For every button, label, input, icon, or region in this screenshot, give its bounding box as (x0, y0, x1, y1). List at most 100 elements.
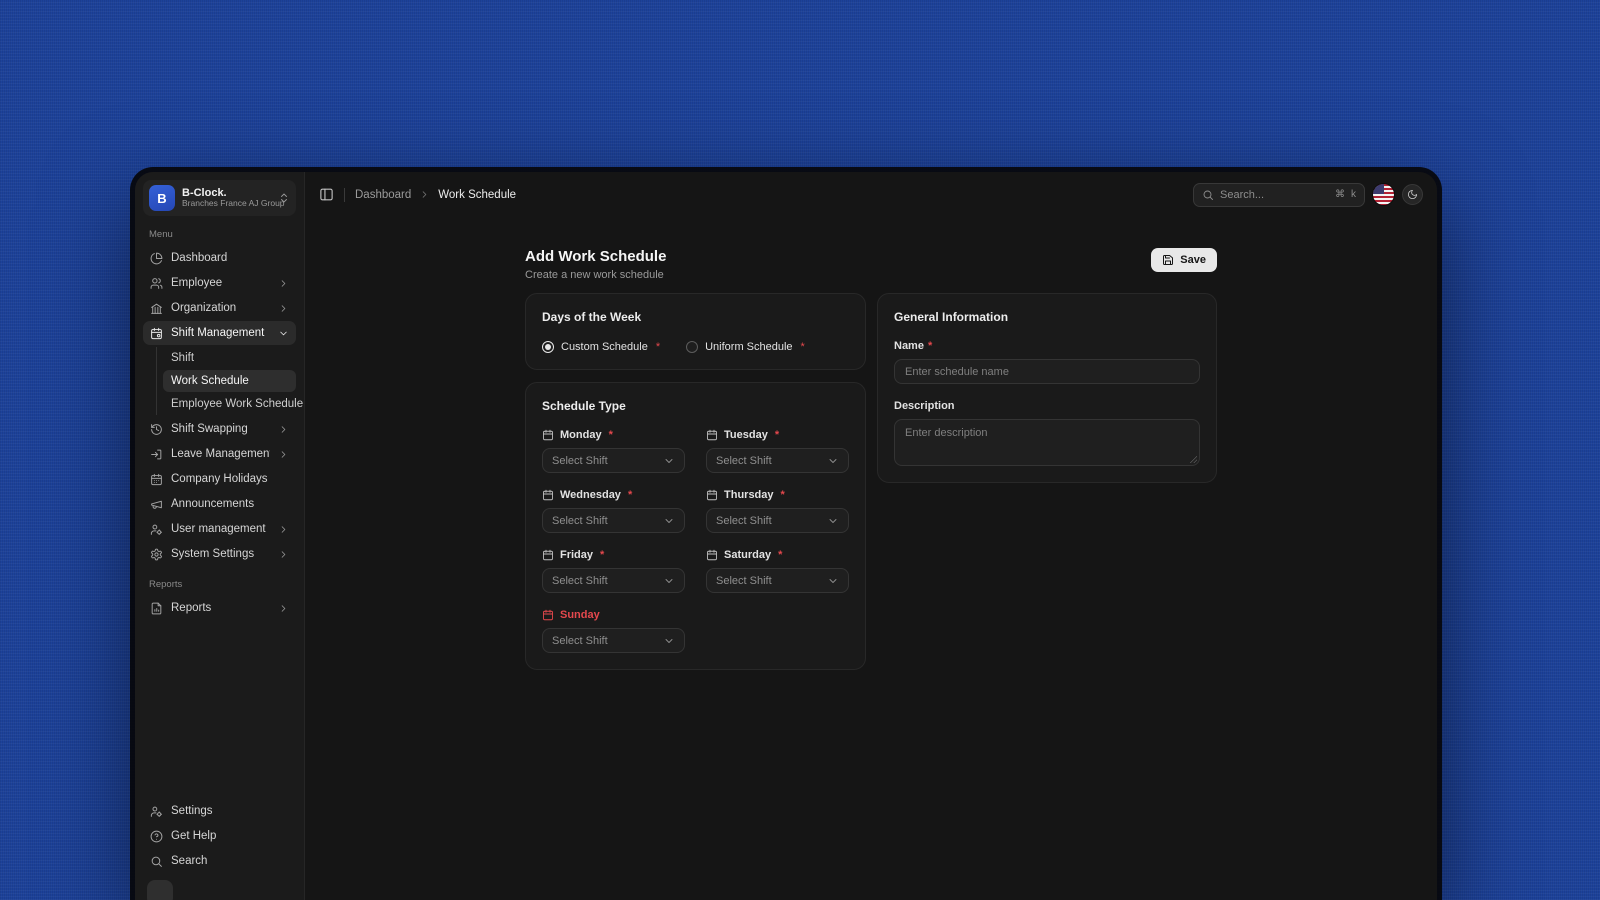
sidebar-item-shift-management[interactable]: Shift Management (143, 321, 296, 345)
sidebar-subitem-label: Employee Work Schedule (171, 398, 303, 410)
save-icon (1162, 254, 1174, 266)
sidebar-item-company-holidays[interactable]: Company Holidays (143, 467, 296, 491)
calendar-clock-icon (150, 327, 163, 340)
sidebar-item-label: Shift Swapping (171, 423, 270, 435)
sidebar-item-dashboard[interactable]: Dashboard (143, 246, 296, 270)
help-circle-icon (150, 830, 163, 843)
breadcrumb: Dashboard Work Schedule (355, 189, 516, 201)
day-field-friday: Friday * Select Shift (542, 549, 685, 593)
sidebar-item-label: Employee (171, 277, 270, 289)
chevron-down-icon (663, 575, 675, 587)
content-scroll-area: Add Work Schedule Create a new work sche… (305, 217, 1437, 900)
sidebar-subitem-label: Work Schedule (171, 375, 249, 387)
name-label-text: Name (894, 340, 924, 352)
team-switcher[interactable]: B B-Clock. Branches France AJ Group (143, 180, 296, 216)
sidebar-item-organization[interactable]: Organization (143, 296, 296, 320)
panel-left-icon (319, 187, 334, 202)
sidebar-item-system-settings[interactable]: System Settings (143, 542, 296, 566)
required-asterisk: * (928, 340, 932, 352)
days-of-week-title: Days of the Week (542, 310, 849, 324)
breadcrumb-dashboard[interactable]: Dashboard (355, 189, 411, 201)
chevron-down-icon (278, 328, 289, 339)
page-header: Add Work Schedule Create a new work sche… (525, 248, 1217, 281)
sidebar-item-reports[interactable]: Reports (143, 596, 296, 620)
day-name: Friday (560, 549, 593, 561)
organization-icon (150, 302, 163, 315)
day-field-monday: Monday * Select Shift (542, 429, 685, 473)
day-label: Wednesday * (542, 489, 685, 501)
select-shift-thursday[interactable]: Select Shift (706, 508, 849, 533)
radio-uniform-schedule[interactable]: Uniform Schedule * (686, 341, 805, 353)
general-information-title: General Information (894, 310, 1200, 324)
day-field-thursday: Thursday * Select Shift (706, 489, 849, 533)
required-asterisk: * (656, 341, 660, 353)
sidebar-subitem-shift[interactable]: Shift (163, 347, 296, 369)
search-input[interactable] (1220, 189, 1329, 201)
schedule-name-input[interactable] (894, 359, 1200, 384)
shortcut-letter-key: k (1351, 189, 1356, 200)
user-avatar[interactable] (147, 880, 173, 900)
breadcrumb-work-schedule: Work Schedule (438, 189, 516, 201)
radio-label: Uniform Schedule (705, 341, 792, 353)
sidebar-subitem-work-schedule[interactable]: Work Schedule (163, 370, 296, 392)
radio-selected-icon (542, 341, 554, 353)
sidebar-item-get-help[interactable]: Get Help (143, 824, 296, 848)
select-shift-sunday[interactable]: Select Shift (542, 628, 685, 653)
sidebar-toggle-button[interactable] (319, 187, 334, 202)
team-org: Branches France AJ Group (182, 199, 271, 209)
description-textarea-wrapper (894, 419, 1200, 466)
sidebar-item-search[interactable]: Search (143, 849, 296, 873)
calendar-icon (542, 549, 554, 561)
select-placeholder: Select Shift (716, 575, 772, 587)
sidebar-item-user-management[interactable]: User management (143, 517, 296, 541)
sidebar-item-employee[interactable]: Employee (143, 271, 296, 295)
select-placeholder: Select Shift (552, 575, 608, 587)
breadcrumb-separator-icon (419, 189, 430, 200)
day-name: Saturday (724, 549, 771, 561)
select-shift-wednesday[interactable]: Select Shift (542, 508, 685, 533)
theme-toggle-button[interactable] (1402, 184, 1423, 205)
sidebar-item-label: Settings (171, 805, 289, 817)
language-flag-button[interactable] (1373, 184, 1394, 205)
select-shift-friday[interactable]: Select Shift (542, 568, 685, 593)
clock-history-icon (150, 423, 163, 436)
select-shift-monday[interactable]: Select Shift (542, 448, 685, 473)
app-logo: B (149, 185, 175, 211)
days-of-week-card: Days of the Week Custom Schedule * Unifo… (525, 293, 866, 370)
sidebar-item-shift-swapping[interactable]: Shift Swapping (143, 417, 296, 441)
day-label: Thursday * (706, 489, 849, 501)
day-label: Sunday (542, 609, 685, 621)
user-gear-icon (150, 805, 163, 818)
sidebar-item-label: System Settings (171, 548, 270, 560)
save-button-label: Save (1180, 254, 1206, 266)
global-search[interactable]: ⌘ k (1193, 183, 1365, 207)
description-textarea[interactable] (894, 419, 1200, 466)
radio-label: Custom Schedule (561, 341, 648, 353)
sidebar-item-announcements[interactable]: Announcements (143, 492, 296, 516)
required-asterisk: * (609, 429, 613, 441)
calendar-icon (706, 429, 718, 441)
sidebar-item-label: Get Help (171, 830, 289, 842)
calendar-days-icon (150, 473, 163, 486)
sidebar-item-label: Company Holidays (171, 473, 289, 485)
sidebar-item-leave-management[interactable]: Leave Management (143, 442, 296, 466)
description-label-text: Description (894, 400, 955, 412)
megaphone-icon (150, 498, 163, 511)
day-name: Tuesday (724, 429, 768, 441)
user-cog-icon (150, 523, 163, 536)
app-window: B B-Clock. Branches France AJ Group Menu… (135, 172, 1437, 900)
sidebar-item-label: Reports (171, 602, 270, 614)
required-asterisk: * (600, 549, 604, 561)
chevron-down-icon (827, 515, 839, 527)
save-button[interactable]: Save (1151, 248, 1217, 272)
select-placeholder: Select Shift (552, 455, 608, 467)
select-shift-saturday[interactable]: Select Shift (706, 568, 849, 593)
page-subtitle: Create a new work schedule (525, 269, 666, 281)
required-asterisk: * (775, 429, 779, 441)
select-shift-tuesday[interactable]: Select Shift (706, 448, 849, 473)
radio-custom-schedule[interactable]: Custom Schedule * (542, 341, 660, 353)
sidebar-item-settings[interactable]: Settings (143, 799, 296, 823)
sidebar-item-label: Dashboard (171, 252, 289, 264)
chevron-right-icon (278, 524, 289, 535)
sidebar-subitem-employee-work-schedule[interactable]: Employee Work Schedule (163, 393, 296, 415)
